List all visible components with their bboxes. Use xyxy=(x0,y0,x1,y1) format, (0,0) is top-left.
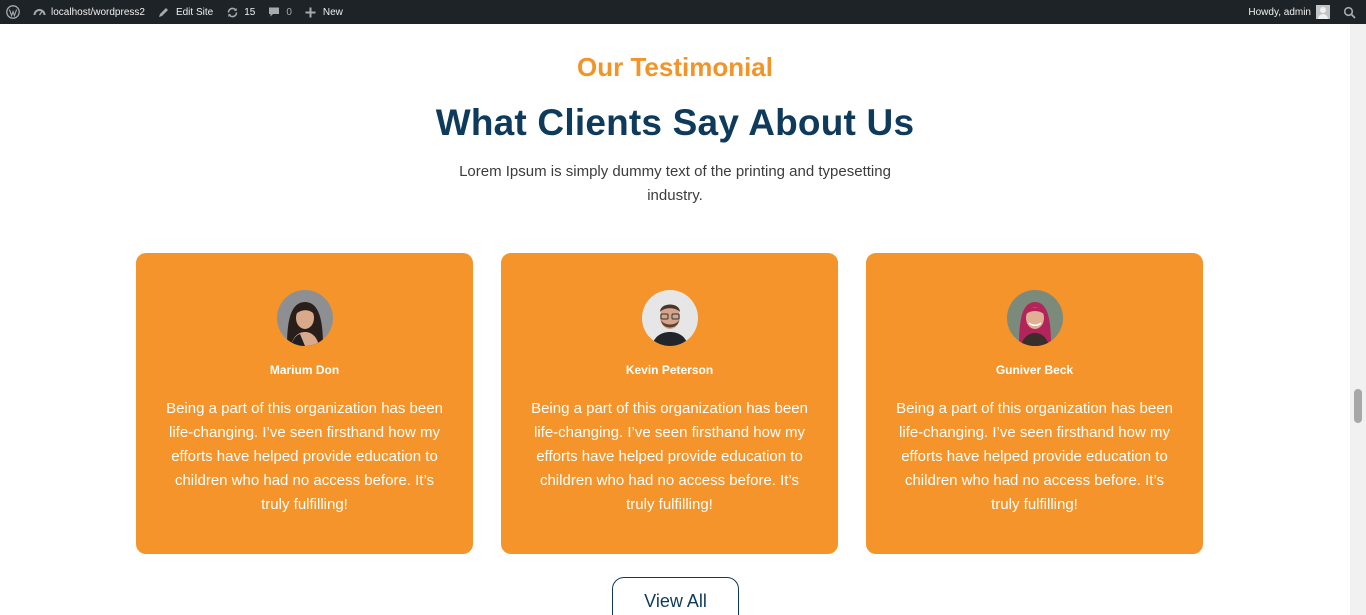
testimonial-name: Guniver Beck xyxy=(995,363,1074,377)
howdy-label: Howdy, admin xyxy=(1248,6,1311,18)
plus-icon xyxy=(304,5,318,19)
avatar-icon xyxy=(1316,5,1330,19)
site-name-link[interactable]: localhost/wordpress2 xyxy=(26,0,151,24)
section-subtext: Lorem Ipsum is simply dummy text of the … xyxy=(459,163,891,204)
new-label: New xyxy=(322,6,343,18)
comments-count: 0 xyxy=(286,6,292,18)
scrollbar-thumb[interactable] xyxy=(1354,389,1362,423)
site-url-label: localhost/wordpress2 xyxy=(51,6,145,18)
section-eyebrow: Our Testimonial xyxy=(577,52,773,82)
dashboard-icon xyxy=(32,5,46,19)
testimonial-card: Kevin Peterson Being a part of this orga… xyxy=(501,253,838,554)
view-all-button[interactable]: View All xyxy=(612,577,739,615)
search-icon xyxy=(1342,5,1356,19)
testimonial-cards: Marium Don Being a part of this organiza… xyxy=(136,253,1203,554)
wordpress-menu[interactable] xyxy=(0,0,26,24)
testimonial-card: Marium Don Being a part of this organiza… xyxy=(136,253,473,554)
avatar xyxy=(1006,290,1063,346)
testimonial-quote: Being a part of this organization has be… xyxy=(166,400,443,513)
updates-icon xyxy=(225,5,239,19)
page-scrollbar[interactable] xyxy=(1350,24,1366,615)
testimonial-name: Marium Don xyxy=(269,363,340,377)
avatar xyxy=(276,290,333,346)
edit-icon xyxy=(157,5,171,19)
testimonial-quote: Being a part of this organization has be… xyxy=(531,400,808,513)
testimonial-name: Kevin Peterson xyxy=(625,363,714,377)
edit-site-label: Edit Site xyxy=(175,6,214,18)
testimonial-card: Guniver Beck Being a part of this organi… xyxy=(866,253,1203,554)
new-content-link[interactable]: New xyxy=(298,0,349,24)
comments-icon xyxy=(267,5,281,19)
account-menu[interactable]: Howdy, admin xyxy=(1242,0,1336,24)
testimonial-section: Our Testimonial What Clients Say About U… xyxy=(0,24,1350,615)
testimonial-quote: Being a part of this organization has be… xyxy=(896,400,1173,513)
section-heading: What Clients Say About Us xyxy=(435,102,915,143)
search-button[interactable] xyxy=(1336,0,1366,24)
updates-link[interactable]: 15 xyxy=(219,0,261,24)
avatar xyxy=(641,290,698,346)
wordpress-icon xyxy=(6,5,20,19)
admin-bar: localhost/wordpress2 Edit Site 15 0 New xyxy=(0,0,1366,24)
edit-site-link[interactable]: Edit Site xyxy=(151,0,219,24)
updates-count: 15 xyxy=(244,6,256,18)
comments-link[interactable]: 0 xyxy=(261,0,298,24)
